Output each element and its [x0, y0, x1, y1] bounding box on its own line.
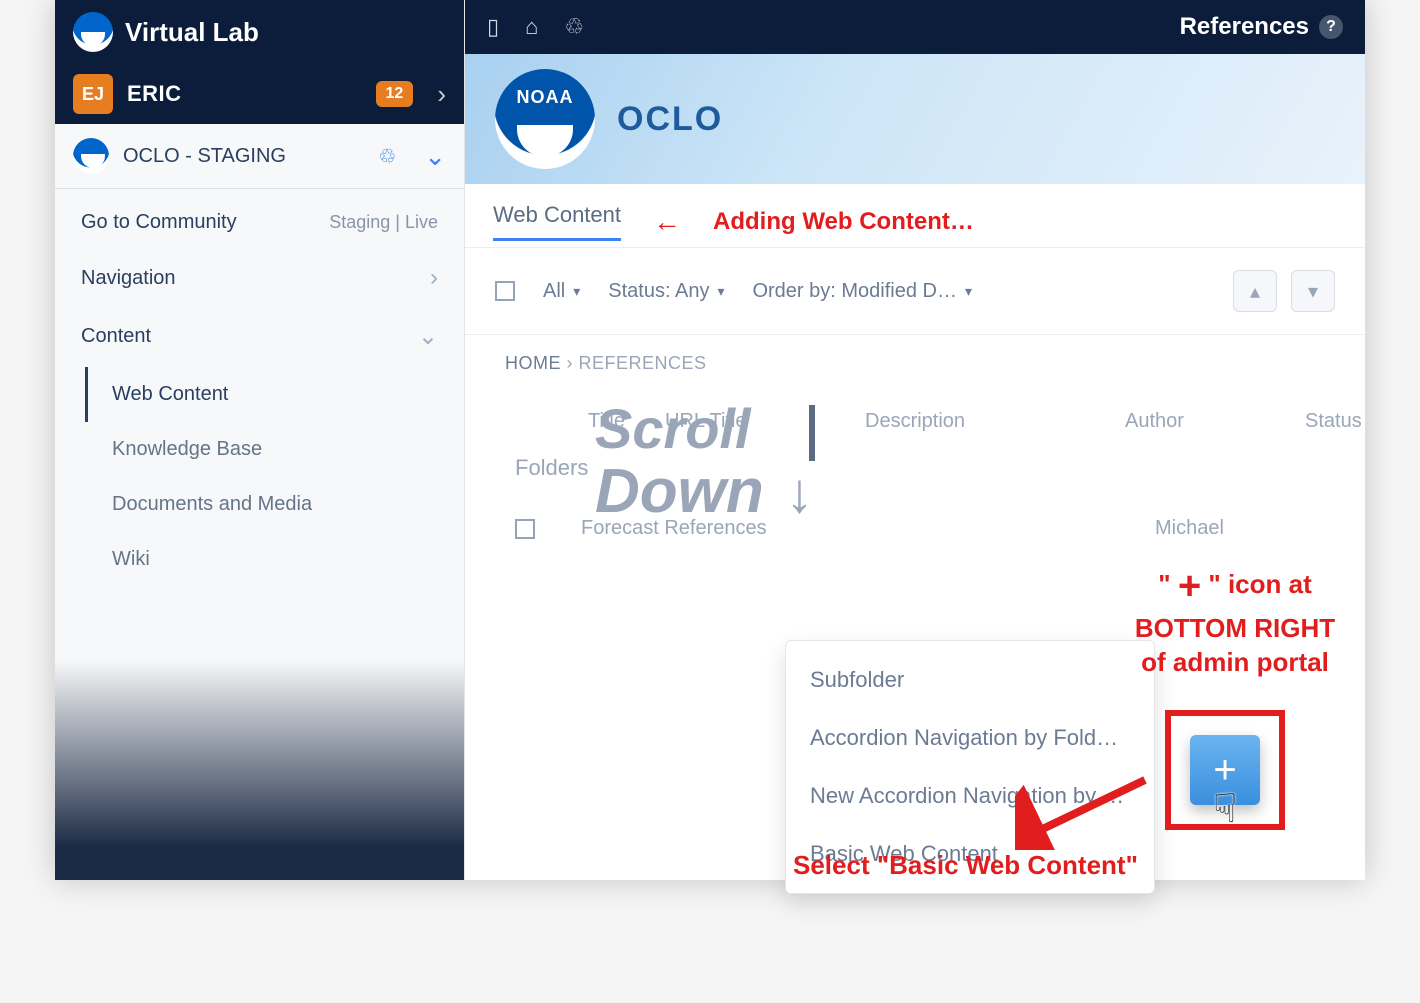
all-selector[interactable]: All ▾	[543, 280, 580, 303]
recycle-icon[interactable]: ♲	[378, 144, 396, 169]
chevron-down-icon[interactable]: ⌄	[424, 141, 446, 172]
navigation-label: Navigation	[81, 267, 176, 290]
filter-toolbar: All ▾ Status: Any ▾ Order by: Modified D…	[465, 247, 1365, 335]
noaa-logo-icon	[73, 12, 113, 52]
th-description: Description	[865, 410, 1085, 433]
th-status: Status	[1305, 410, 1420, 433]
menu-item-new-accordion[interactable]: New Accordion Navigation by F…	[786, 767, 1154, 825]
hero-banner: NOAA OCLO	[465, 54, 1365, 184]
staging-live-label[interactable]: Staging | Live	[329, 212, 438, 233]
annotation-text: "	[1158, 569, 1170, 599]
menu-item-accordion[interactable]: Accordion Navigation by Folder I…	[786, 709, 1154, 767]
cursor-hand-icon: ☟	[1213, 786, 1237, 832]
row-author: Michael	[1155, 517, 1315, 540]
annotation-plus-symbol: +	[1178, 564, 1201, 608]
app-title: Virtual Lab	[125, 17, 259, 48]
user-name: ERIC	[127, 81, 182, 107]
site-selector[interactable]: OCLO - STAGING ♲ ⌄	[55, 124, 464, 189]
noaa-hero-logo-icon: NOAA	[495, 69, 595, 169]
row-checkbox[interactable]	[515, 519, 535, 539]
breadcrumb: HOME › REFERENCES	[465, 335, 1365, 392]
annotation-arrow-left-icon: ←	[653, 206, 681, 238]
caret-icon: ▾	[965, 283, 972, 300]
notification-count[interactable]: 12	[376, 81, 414, 107]
topbar: ▯ ⌂ ♲ References ?	[465, 0, 1365, 54]
sort-asc-button[interactable]: ▴	[1233, 270, 1277, 312]
caret-icon: ▾	[717, 283, 724, 300]
sidebar-item-knowledge-base[interactable]: Knowledge Base	[85, 422, 464, 477]
status-selector[interactable]: Status: Any ▾	[608, 280, 724, 303]
annotation-text: of admin portal	[1141, 647, 1329, 677]
content-label: Content	[81, 325, 151, 348]
folders-label: Folders	[465, 451, 1365, 501]
select-all-checkbox[interactable]	[495, 281, 515, 301]
tab-row: Web Content ← Adding Web Content…	[465, 184, 1365, 247]
annotation-text: " icon at	[1208, 569, 1311, 599]
content-subitems: Web Content Knowledge Base Documents and…	[55, 359, 464, 587]
th-title: Title	[505, 410, 625, 433]
sidebar-item-web-content[interactable]: Web Content	[85, 367, 464, 422]
breadcrumb-current: REFERENCES	[579, 353, 707, 373]
help-icon[interactable]: ?	[1319, 15, 1343, 39]
annotation-adding-web-content: Adding Web Content…	[713, 208, 974, 236]
go-to-community-row[interactable]: Go to Community Staging | Live	[55, 189, 464, 242]
app-shell: Virtual Lab EJ ERIC 12 › OCLO - STAGING …	[55, 0, 1365, 880]
content-row[interactable]: Content ⌄	[55, 300, 464, 359]
text-cursor-icon	[809, 405, 815, 461]
go-to-community-label: Go to Community	[81, 211, 237, 234]
page-title: References ?	[1180, 13, 1343, 41]
chevron-down-icon: ⌄	[418, 322, 438, 351]
sort-buttons: ▴ ▾	[1233, 270, 1335, 312]
user-avatar: EJ	[73, 74, 113, 114]
table-row[interactable]: Forecast References Michael	[465, 501, 1365, 556]
order-label: Order by: Modified D…	[752, 280, 957, 303]
noaa-logo-text: NOAA	[517, 87, 574, 108]
recycle-icon[interactable]: ♲	[564, 14, 584, 40]
breadcrumb-home[interactable]: HOME	[505, 353, 561, 373]
order-selector[interactable]: Order by: Modified D… ▾	[752, 280, 972, 303]
all-label: All	[543, 280, 565, 303]
sidebar-item-documents-media[interactable]: Documents and Media	[85, 477, 464, 532]
references-label: References	[1180, 13, 1309, 41]
chevron-right-icon[interactable]: ›	[437, 79, 446, 110]
sidebar: Virtual Lab EJ ERIC 12 › OCLO - STAGING …	[55, 0, 465, 880]
row-title: Forecast References	[581, 517, 801, 540]
sidebar-item-wiki[interactable]: Wiki	[85, 532, 464, 587]
annotation-plus-callout: " + " icon at BOTTOM RIGHT of admin port…	[1095, 560, 1375, 680]
annotation-select-basic: Select "Basic Web Content"	[793, 850, 1138, 881]
status-label: Status: Any	[608, 280, 709, 303]
tab-web-content[interactable]: Web Content	[493, 202, 621, 241]
sidebar-toggle-icon[interactable]: ▯	[487, 14, 499, 40]
sort-desc-button[interactable]: ▾	[1291, 270, 1335, 312]
navigation-row[interactable]: Navigation ›	[55, 242, 464, 300]
home-icon[interactable]: ⌂	[525, 14, 538, 40]
th-url: URL Title	[665, 410, 825, 433]
breadcrumb-sep: ›	[567, 353, 574, 373]
sidebar-gradient	[55, 660, 464, 880]
table-header: Title URL Title Description Author Statu…	[465, 392, 1365, 451]
hero-title: OCLO	[617, 100, 723, 139]
user-row[interactable]: EJ ERIC 12 ›	[55, 64, 464, 124]
annotation-text: BOTTOM RIGHT	[1135, 613, 1335, 643]
site-logo-icon	[73, 138, 109, 174]
chevron-right-icon: ›	[430, 264, 438, 292]
caret-icon: ▾	[573, 283, 580, 300]
site-name: OCLO - STAGING	[123, 145, 286, 168]
th-author: Author	[1125, 410, 1265, 433]
sidebar-header: Virtual Lab	[55, 0, 464, 64]
